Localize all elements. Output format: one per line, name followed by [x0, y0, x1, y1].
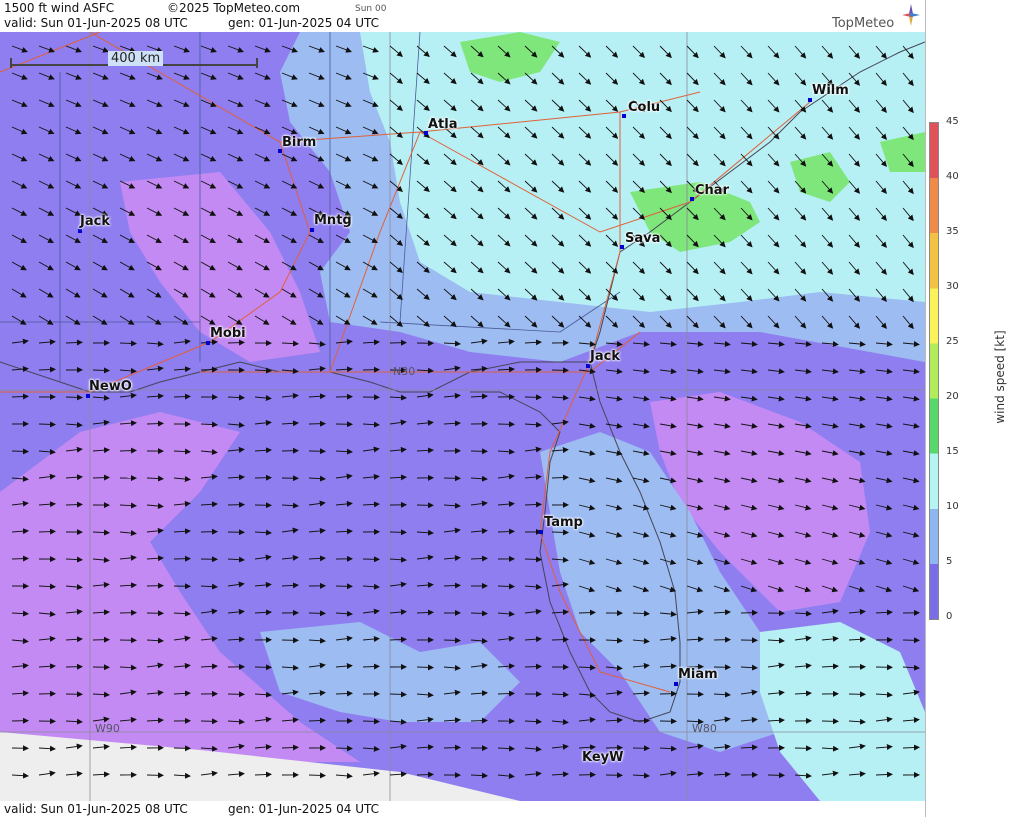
wind-arrow	[227, 339, 245, 346]
longitude-label-west: W90	[95, 722, 120, 735]
city-marker	[690, 197, 694, 201]
wind-arrow	[578, 609, 596, 616]
wind-arrow	[443, 744, 461, 751]
legend-tick: 30	[946, 281, 959, 292]
wind-arrow	[335, 745, 353, 752]
city-label-keyw: KeyW	[582, 750, 624, 765]
header-bar: 1500 ft wind ASFC ©2025 TopMeteo.com Sun…	[0, 0, 925, 32]
wind-arrow	[470, 717, 488, 724]
city-marker	[539, 530, 543, 534]
city-marker	[86, 394, 90, 398]
valid-time: valid: Sun 01-Jun-2025 08 UTC	[4, 16, 188, 30]
legend-tick: 40	[946, 171, 959, 182]
wind-arrow	[497, 690, 515, 697]
legend-tick: 25	[946, 336, 959, 347]
wind-arrow	[389, 691, 407, 698]
city-label-miam: Miam	[678, 667, 718, 682]
city-label-jack-ms: Jack	[80, 214, 110, 229]
copyright: ©2025 TopMeteo.com	[167, 1, 301, 15]
footer-bar: valid: Sun 01-Jun-2025 08 UTC gen: 01-Ju…	[0, 801, 925, 817]
wind-arrow	[308, 772, 326, 779]
wind-arrow	[524, 556, 542, 563]
city-label-colu: Colu	[628, 100, 661, 115]
wind-arrow	[416, 664, 434, 671]
wind-arrow	[38, 528, 56, 535]
wind-arrow	[119, 340, 137, 347]
legend-tick: 10	[946, 501, 959, 512]
longitude-label-east: W80	[692, 722, 717, 735]
city-label-jack-fl: Jack	[590, 349, 620, 364]
legend-tick: 5	[946, 556, 953, 567]
city-label-mobi: Mobi	[210, 326, 246, 341]
city-marker	[674, 682, 678, 686]
wind-arrow	[551, 636, 569, 643]
wind-arrow	[65, 501, 83, 508]
legend-unit-label: wind speed [kt]	[993, 330, 1007, 424]
latitude-label: N30	[393, 365, 416, 378]
wind-arrow	[524, 663, 542, 670]
city-marker	[808, 98, 812, 102]
footer-valid-time: valid: Sun 01-Jun-2025 08 UTC	[4, 802, 188, 816]
legend-tick: 0	[946, 611, 953, 622]
city-marker	[78, 229, 82, 233]
city-marker	[586, 364, 590, 368]
wind-arrow	[416, 771, 434, 778]
city-marker	[310, 228, 314, 232]
legend-tick: 45	[946, 116, 959, 127]
city-marker	[206, 341, 210, 345]
city-label-tamp: Tamp	[544, 515, 583, 530]
wind-arrow	[11, 448, 29, 455]
product-title: 1500 ft wind ASFC	[4, 1, 115, 15]
wind-speed-colorbar	[929, 122, 939, 620]
wind-arrow	[551, 529, 569, 536]
city-label-wilm: Wilm	[812, 83, 849, 98]
wind-arrow	[443, 637, 461, 644]
wind-arrow	[497, 583, 515, 590]
wind-arrow	[200, 366, 218, 373]
city-label-birm: Birm	[282, 135, 317, 150]
wind-arrow	[173, 393, 191, 400]
scale-label: 400 km	[108, 51, 164, 66]
legend-tick: 15	[946, 446, 959, 457]
city-label-sava: Sava	[625, 231, 661, 246]
scale-bar: 400 km	[10, 51, 258, 68]
wind-arrow	[11, 555, 29, 562]
wind-arrow	[38, 421, 56, 428]
wind-map[interactable]	[0, 32, 925, 801]
legend-tick: 35	[946, 226, 959, 237]
wind-arrow	[65, 394, 83, 401]
logo-text: TopMeteo	[832, 16, 895, 31]
topmeteo-logo: TopMeteo	[832, 4, 922, 31]
city-marker	[622, 114, 626, 118]
wind-arrow	[92, 367, 110, 374]
wind-arrow	[362, 718, 380, 725]
city-label-atla: Atla	[428, 117, 458, 132]
city-label-mntg: Mntg	[314, 213, 352, 228]
wind-arrow	[92, 474, 110, 481]
wind-arrow	[146, 420, 164, 427]
compass-star-icon	[902, 4, 920, 26]
city-label-newo: NewO	[89, 379, 132, 394]
city-label-char: Char	[695, 183, 729, 198]
model-run: Sun 00	[355, 4, 387, 14]
city-marker	[620, 245, 624, 249]
footer-gen-time: gen: 01-Jun-2025 04 UTC	[228, 802, 380, 816]
legend-tick: 20	[946, 391, 959, 402]
wind-arrow	[119, 447, 137, 454]
gen-time: gen: 01-Jun-2025 04 UTC	[228, 16, 380, 30]
wind-arrow	[470, 610, 488, 617]
